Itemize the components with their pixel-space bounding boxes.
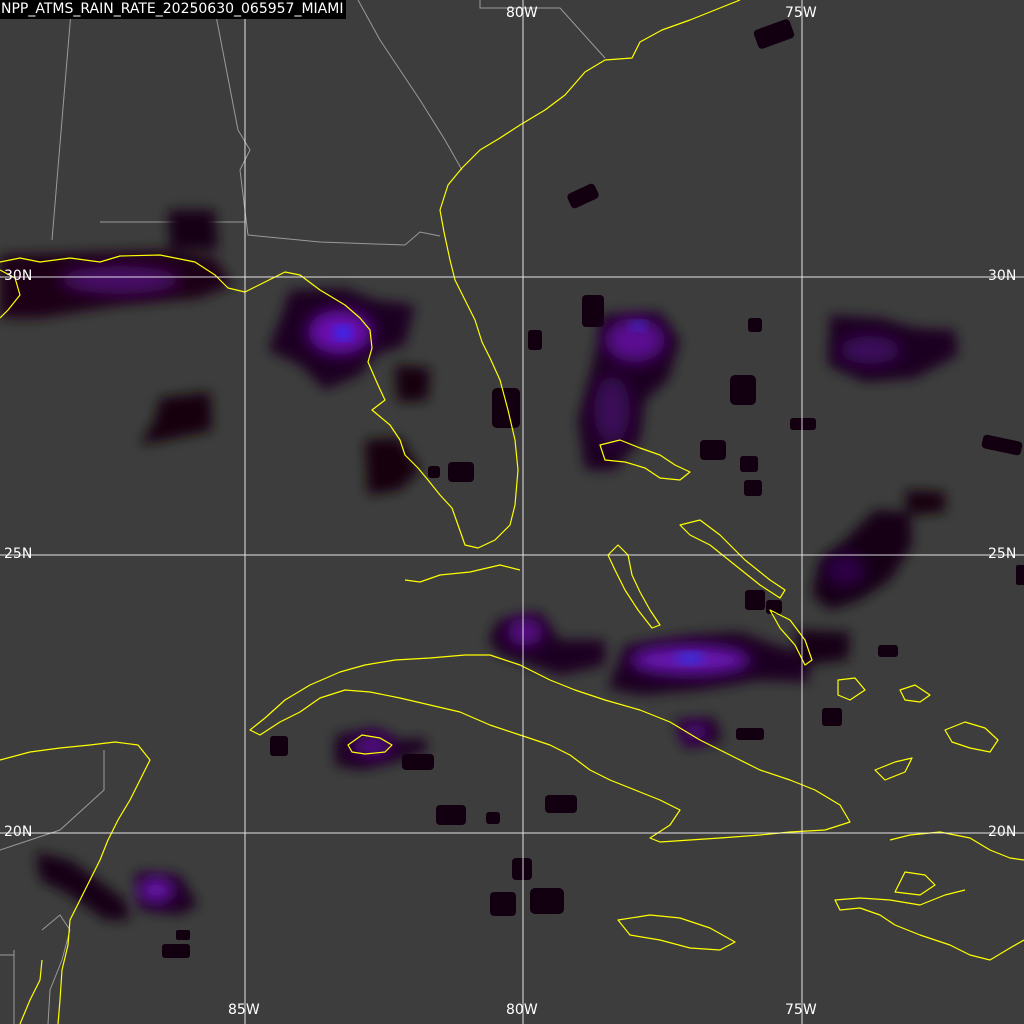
grid-label-left-20n: 20N — [4, 824, 33, 840]
rain-cell — [528, 330, 542, 350]
rain-cell — [490, 892, 516, 916]
rain-cell — [436, 805, 466, 825]
rain-peak — [334, 326, 352, 340]
grid-label-bottom-80w: 80W — [506, 1002, 538, 1018]
grid-label-top-80w: 80W — [506, 5, 538, 21]
rain-cell — [402, 754, 434, 770]
rain-core — [138, 878, 174, 902]
rain-cell — [1016, 565, 1024, 585]
rain-cell — [700, 440, 726, 460]
rain-cell — [512, 858, 532, 880]
rain-cell — [492, 388, 520, 428]
rain-cell — [168, 210, 218, 250]
grid-label-bottom-75w: 75W — [785, 1002, 817, 1018]
rain-cell — [270, 736, 288, 756]
rain-cell — [428, 466, 440, 478]
rain-cell — [448, 462, 474, 482]
rain-cell — [744, 480, 762, 496]
rain-core — [594, 376, 630, 444]
rain-cell — [545, 795, 577, 813]
grid-label-top-75w: 75W — [785, 5, 817, 21]
grid-label-right-30n: 30N — [988, 268, 1017, 284]
grid-label-left-30n: 30N — [4, 268, 33, 284]
rain-cell — [745, 590, 765, 610]
grid-label-bottom-85w: 85W — [228, 1002, 260, 1018]
rain-cell — [878, 645, 898, 657]
rain-cell — [740, 456, 758, 472]
rain-cell — [736, 728, 764, 740]
rain-cell — [176, 930, 190, 940]
rain-cell — [905, 490, 945, 515]
rain-core — [840, 336, 900, 364]
product-title: NPP_ATMS_RAIN_RATE_20250630_065957_MIAMI — [0, 0, 347, 19]
map-canvas — [0, 0, 1024, 1024]
rain-core — [60, 266, 180, 294]
grid-label-left-25n: 25N — [4, 546, 33, 562]
rain-cell — [582, 295, 604, 327]
rain-cell — [822, 708, 842, 726]
rain-cell — [486, 812, 500, 824]
rain-core — [507, 618, 543, 646]
rain-peak — [630, 321, 646, 331]
rain-cell — [530, 888, 564, 914]
rain-cell — [162, 944, 190, 958]
rain-cell — [730, 375, 756, 405]
grid-label-right-25n: 25N — [988, 546, 1017, 562]
grid-label-right-20n: 20N — [988, 824, 1017, 840]
rain-cell — [395, 365, 430, 402]
rain-cell — [748, 318, 762, 332]
rain-peak — [676, 652, 704, 664]
rain-cell — [790, 418, 816, 430]
rain-core — [825, 554, 865, 586]
rain-cell — [795, 630, 850, 665]
